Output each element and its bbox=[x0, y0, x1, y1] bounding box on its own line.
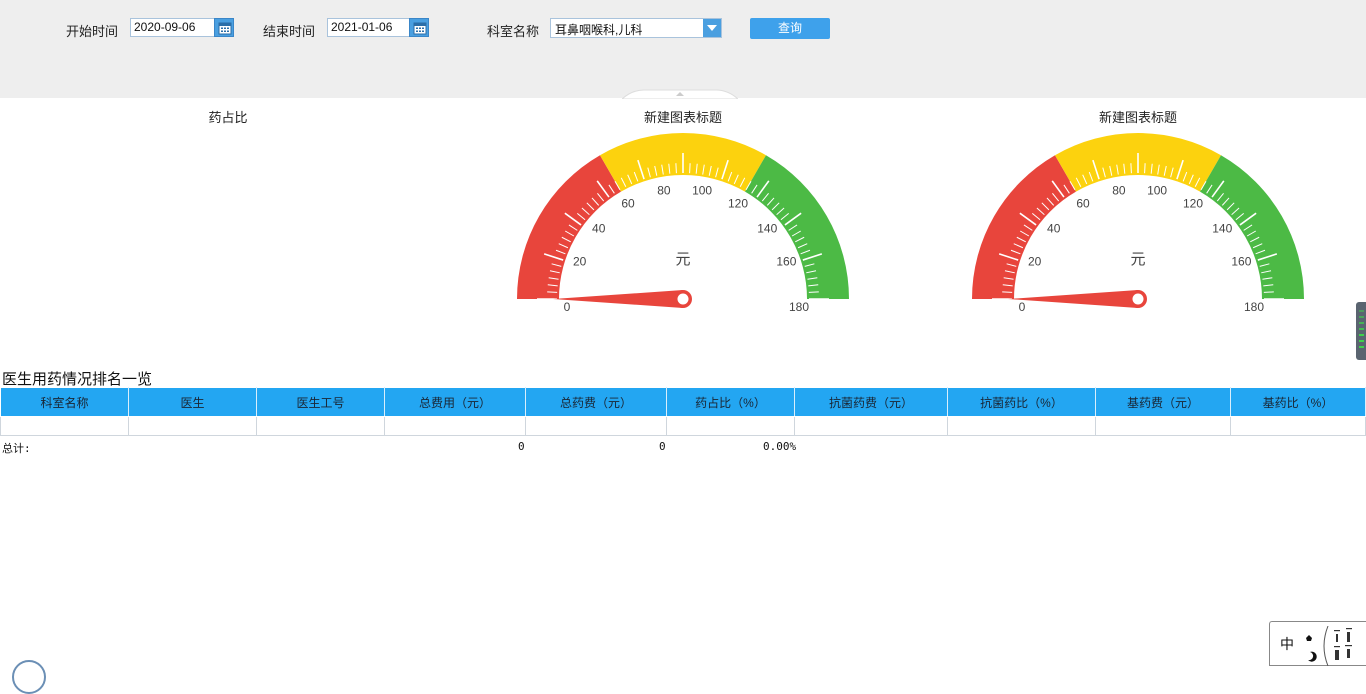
gauge-tick bbox=[1002, 291, 1013, 293]
gauge-tick-label: 120 bbox=[728, 197, 748, 211]
drug-ratio-chart-title: 药占比 bbox=[208, 110, 248, 125]
gauge-tick bbox=[675, 163, 677, 174]
gauge-needle bbox=[1008, 290, 1147, 308]
table-cell bbox=[1095, 416, 1231, 436]
table-cell bbox=[384, 416, 526, 436]
start-time-label: 开始时间 bbox=[66, 24, 119, 39]
gauge-tick-label: 0 bbox=[564, 300, 571, 314]
gauge-needle-hub-inner bbox=[677, 293, 689, 305]
gauge-tick-label: 0 bbox=[1019, 300, 1026, 314]
gauge-tick-label: 40 bbox=[1047, 221, 1061, 235]
calendar-icon bbox=[218, 22, 232, 35]
end-date-input[interactable]: 2021-01-06 bbox=[327, 18, 411, 37]
gauge-tick-label: 80 bbox=[657, 184, 671, 198]
collapse-panel-toggle[interactable] bbox=[622, 89, 738, 99]
gauge-tick-label: 100 bbox=[1147, 184, 1167, 198]
gauge-tick-label: 180 bbox=[789, 300, 809, 314]
gauge-tick-label: 60 bbox=[621, 197, 635, 211]
doctor-ranking-title: 医生用药情况排名一览 bbox=[2, 371, 153, 388]
ime-toolbar[interactable]: 中 bbox=[1269, 621, 1366, 666]
gauge-tick bbox=[1130, 163, 1132, 174]
dept-select-dropdown-button[interactable] bbox=[703, 19, 721, 37]
table-cell bbox=[1230, 416, 1366, 436]
table-cell bbox=[947, 416, 1096, 436]
col-dept-name[interactable]: 科室名称 bbox=[0, 387, 129, 417]
table-cell bbox=[666, 416, 795, 436]
gauge-tick bbox=[808, 291, 819, 293]
table-total-row: 总计: 0 0 0.00% bbox=[0, 440, 800, 455]
gauge-needle-body bbox=[553, 290, 683, 308]
table-cell bbox=[256, 416, 385, 436]
gauge-tick bbox=[1144, 163, 1146, 174]
end-date-calendar-button[interactable] bbox=[409, 18, 429, 37]
end-time-label: 结束时间 bbox=[263, 24, 316, 39]
gauge-tick-label: 120 bbox=[1183, 197, 1203, 211]
dept-name-label: 科室名称 bbox=[487, 24, 540, 39]
total-drug-ratio-value: 0.00% bbox=[763, 440, 797, 453]
gauge-unit-label: 元 bbox=[675, 250, 690, 268]
gauge-needle-hub-inner bbox=[1132, 293, 1144, 305]
gauge-tick-label: 20 bbox=[573, 254, 587, 268]
gauge-unit-label: 元 bbox=[1130, 250, 1145, 268]
total-label: 总计: bbox=[2, 442, 31, 455]
dept-select-value: 耳鼻咽喉科,儿科 bbox=[555, 23, 643, 37]
gauge-tick-label: 140 bbox=[757, 221, 777, 235]
calendar-icon bbox=[413, 22, 427, 35]
table-cell bbox=[525, 416, 667, 436]
table-cell bbox=[0, 416, 129, 436]
dept-select[interactable]: 耳鼻咽喉科,儿科 bbox=[550, 18, 722, 38]
col-antibiotic-ratio[interactable]: 抗菌药比（%） bbox=[947, 387, 1096, 417]
gauge-tick-label: 40 bbox=[592, 221, 606, 235]
col-antibiotic-cost[interactable]: 抗菌药费（元） bbox=[794, 387, 948, 417]
table-cell bbox=[128, 416, 257, 436]
ime-decoration-icon bbox=[1306, 626, 1352, 666]
gauge-needle bbox=[553, 290, 692, 308]
gauge-tick-label: 100 bbox=[692, 184, 712, 198]
total-drug-cost-value: 0 bbox=[659, 440, 666, 453]
start-date-calendar-button[interactable] bbox=[214, 18, 234, 37]
gauge-tick-label: 140 bbox=[1212, 221, 1232, 235]
chevron-down-icon bbox=[707, 25, 717, 31]
col-drug-ratio[interactable]: 药占比（%） bbox=[666, 387, 795, 417]
col-doctor[interactable]: 医生 bbox=[128, 387, 257, 417]
gauge-tick bbox=[1263, 291, 1274, 293]
start-date-input[interactable]: 2020-09-06 bbox=[130, 18, 216, 37]
gauge-needle-body bbox=[1008, 290, 1138, 308]
gauge-tick-label: 180 bbox=[1244, 300, 1264, 314]
doctor-ranking-table: 科室名称 医生 医生工号 总费用（元） 总药费（元） 药占比（%） 抗菌药费（元… bbox=[0, 387, 1366, 436]
col-essential-drug-ratio[interactable]: 基药比（%） bbox=[1230, 387, 1366, 417]
gauge-tick-label: 60 bbox=[1076, 197, 1090, 211]
gauge-tick bbox=[689, 163, 691, 174]
app-logo bbox=[12, 660, 46, 694]
query-button[interactable]: 查询 bbox=[750, 18, 830, 39]
col-total-cost[interactable]: 总费用（元） bbox=[384, 387, 526, 417]
filter-bar: 开始时间 2020-09-06 结束时间 2021-01-06 科室名称 耳鼻咽… bbox=[0, 0, 1366, 98]
col-doctor-id[interactable]: 医生工号 bbox=[256, 387, 385, 417]
gauge-tick-label: 80 bbox=[1112, 184, 1126, 198]
gauge-chart-2: 0 20 40 60 80 100 120 140 160 180 元 bbox=[972, 133, 1304, 314]
total-cost-value: 0 bbox=[518, 440, 525, 453]
side-panel-handle[interactable] bbox=[1356, 302, 1366, 360]
col-total-drug-cost[interactable]: 总药费（元） bbox=[525, 387, 667, 417]
col-essential-drug-cost[interactable]: 基药费（元） bbox=[1095, 387, 1231, 417]
gauge-1-title: 新建图表标题 bbox=[643, 110, 722, 125]
table-row bbox=[0, 416, 1366, 436]
gauge-tick-label: 20 bbox=[1028, 254, 1042, 268]
table-cell bbox=[794, 416, 948, 436]
gauge-tick-label: 160 bbox=[776, 254, 796, 268]
gauge-2-title: 新建图表标题 bbox=[1098, 110, 1177, 125]
gauge-tick bbox=[547, 291, 558, 293]
gauge-chart-1: 0 20 40 60 80 100 120 140 160 180 元 bbox=[517, 133, 849, 314]
ime-mode-indicator[interactable]: 中 bbox=[1280, 634, 1294, 654]
table-header-row: 科室名称 医生 医生工号 总费用（元） 总药费（元） 药占比（%） 抗菌药费（元… bbox=[0, 387, 1366, 417]
gauge-tick-label: 160 bbox=[1231, 254, 1251, 268]
